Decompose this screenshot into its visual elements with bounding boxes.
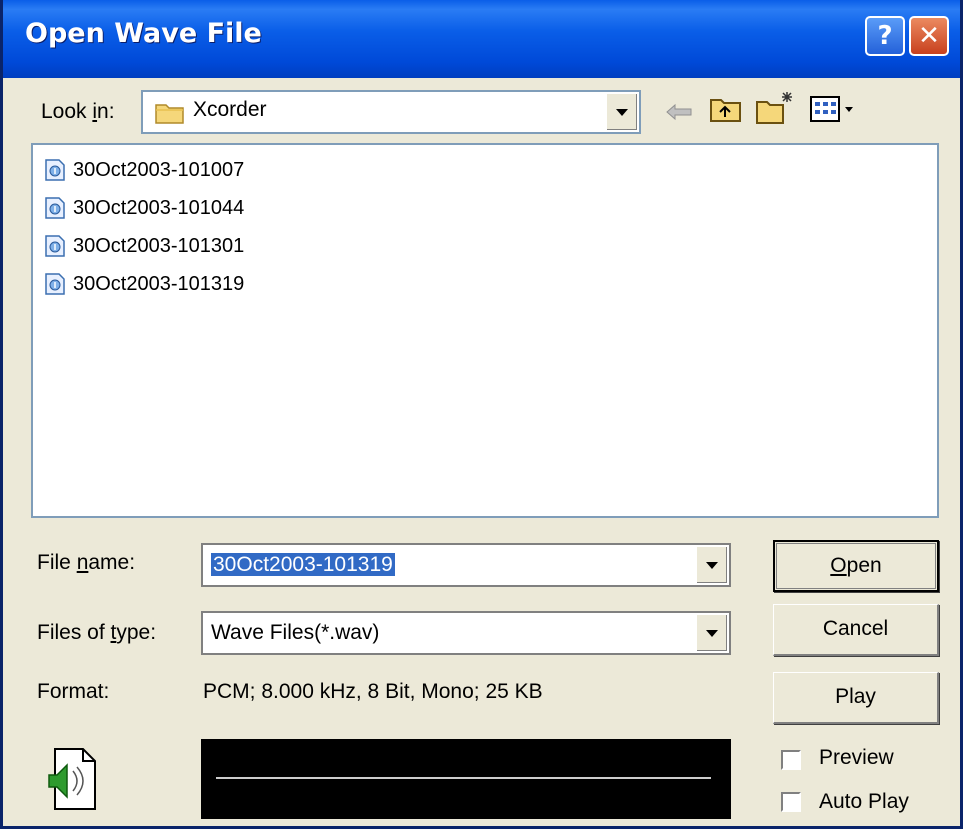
- window-title: Open Wave File: [25, 18, 262, 49]
- files-of-type-dropdown-button[interactable]: [696, 615, 727, 651]
- file-name: 30Oct2003-101007: [73, 158, 245, 181]
- help-button[interactable]: ?: [865, 16, 905, 56]
- wave-file-icon: [45, 273, 65, 295]
- wave-file-icon: [45, 235, 65, 257]
- list-item[interactable]: 30Oct2003-101319: [43, 269, 244, 299]
- open-button[interactable]: Open: [773, 540, 939, 592]
- list-item[interactable]: 30Oct2003-101007: [43, 155, 244, 185]
- file-name: 30Oct2003-101319: [73, 272, 245, 295]
- new-folder-icon[interactable]: [755, 88, 795, 126]
- auto-play-checkbox[interactable]: [781, 792, 801, 812]
- open-wave-file-dialog: Open Wave File ? ✕ Look in: Xcorder 30Oc…: [0, 0, 963, 829]
- list-item[interactable]: 30Oct2003-101301: [43, 231, 244, 261]
- file-name: 30Oct2003-101044: [73, 196, 245, 219]
- look-in-dropdown-button[interactable]: [606, 94, 637, 130]
- preview-checkbox[interactable]: [781, 750, 801, 770]
- up-folder-icon[interactable]: [709, 94, 743, 124]
- cancel-button[interactable]: Cancel: [773, 604, 939, 656]
- files-of-type-value: Wave Files(*.wav): [211, 621, 380, 644]
- file-name-label: File name:: [37, 551, 136, 574]
- files-of-type-label: Files of type:: [37, 621, 157, 644]
- title-bar[interactable]: Open Wave File ? ✕: [3, 0, 960, 78]
- look-in-value: Xcorder: [193, 98, 267, 121]
- waveform-line: [216, 777, 711, 779]
- file-name-field[interactable]: 30Oct2003-101319: [201, 543, 731, 587]
- format-value: PCM; 8.000 kHz, 8 Bit, Mono; 25 KB: [203, 680, 543, 703]
- look-in-label: Look in:: [41, 100, 115, 123]
- preview-label: Preview: [819, 746, 894, 769]
- file-name: 30Oct2003-101301: [73, 234, 245, 257]
- waveform-preview: [201, 739, 731, 819]
- file-list[interactable]: 30Oct2003-101007 30Oct2003-101044 30Oct2…: [31, 143, 939, 518]
- play-button[interactable]: Play: [773, 672, 939, 724]
- close-button[interactable]: ✕: [909, 16, 949, 56]
- wave-file-icon: [45, 197, 65, 219]
- format-label: Format:: [37, 680, 110, 703]
- sound-file-icon: [48, 748, 96, 810]
- wave-file-icon: [45, 159, 65, 181]
- file-name-value: 30Oct2003-101319: [211, 553, 395, 576]
- auto-play-label: Auto Play: [819, 790, 909, 813]
- file-name-dropdown-button[interactable]: [696, 547, 727, 583]
- files-of-type-select[interactable]: Wave Files(*.wav): [201, 611, 731, 655]
- back-arrow-icon[interactable]: [663, 100, 695, 124]
- folder-icon: [155, 104, 184, 124]
- list-item[interactable]: 30Oct2003-101044: [43, 193, 244, 223]
- look-in-combo[interactable]: Xcorder: [141, 90, 641, 134]
- view-menu-icon[interactable]: [809, 94, 859, 124]
